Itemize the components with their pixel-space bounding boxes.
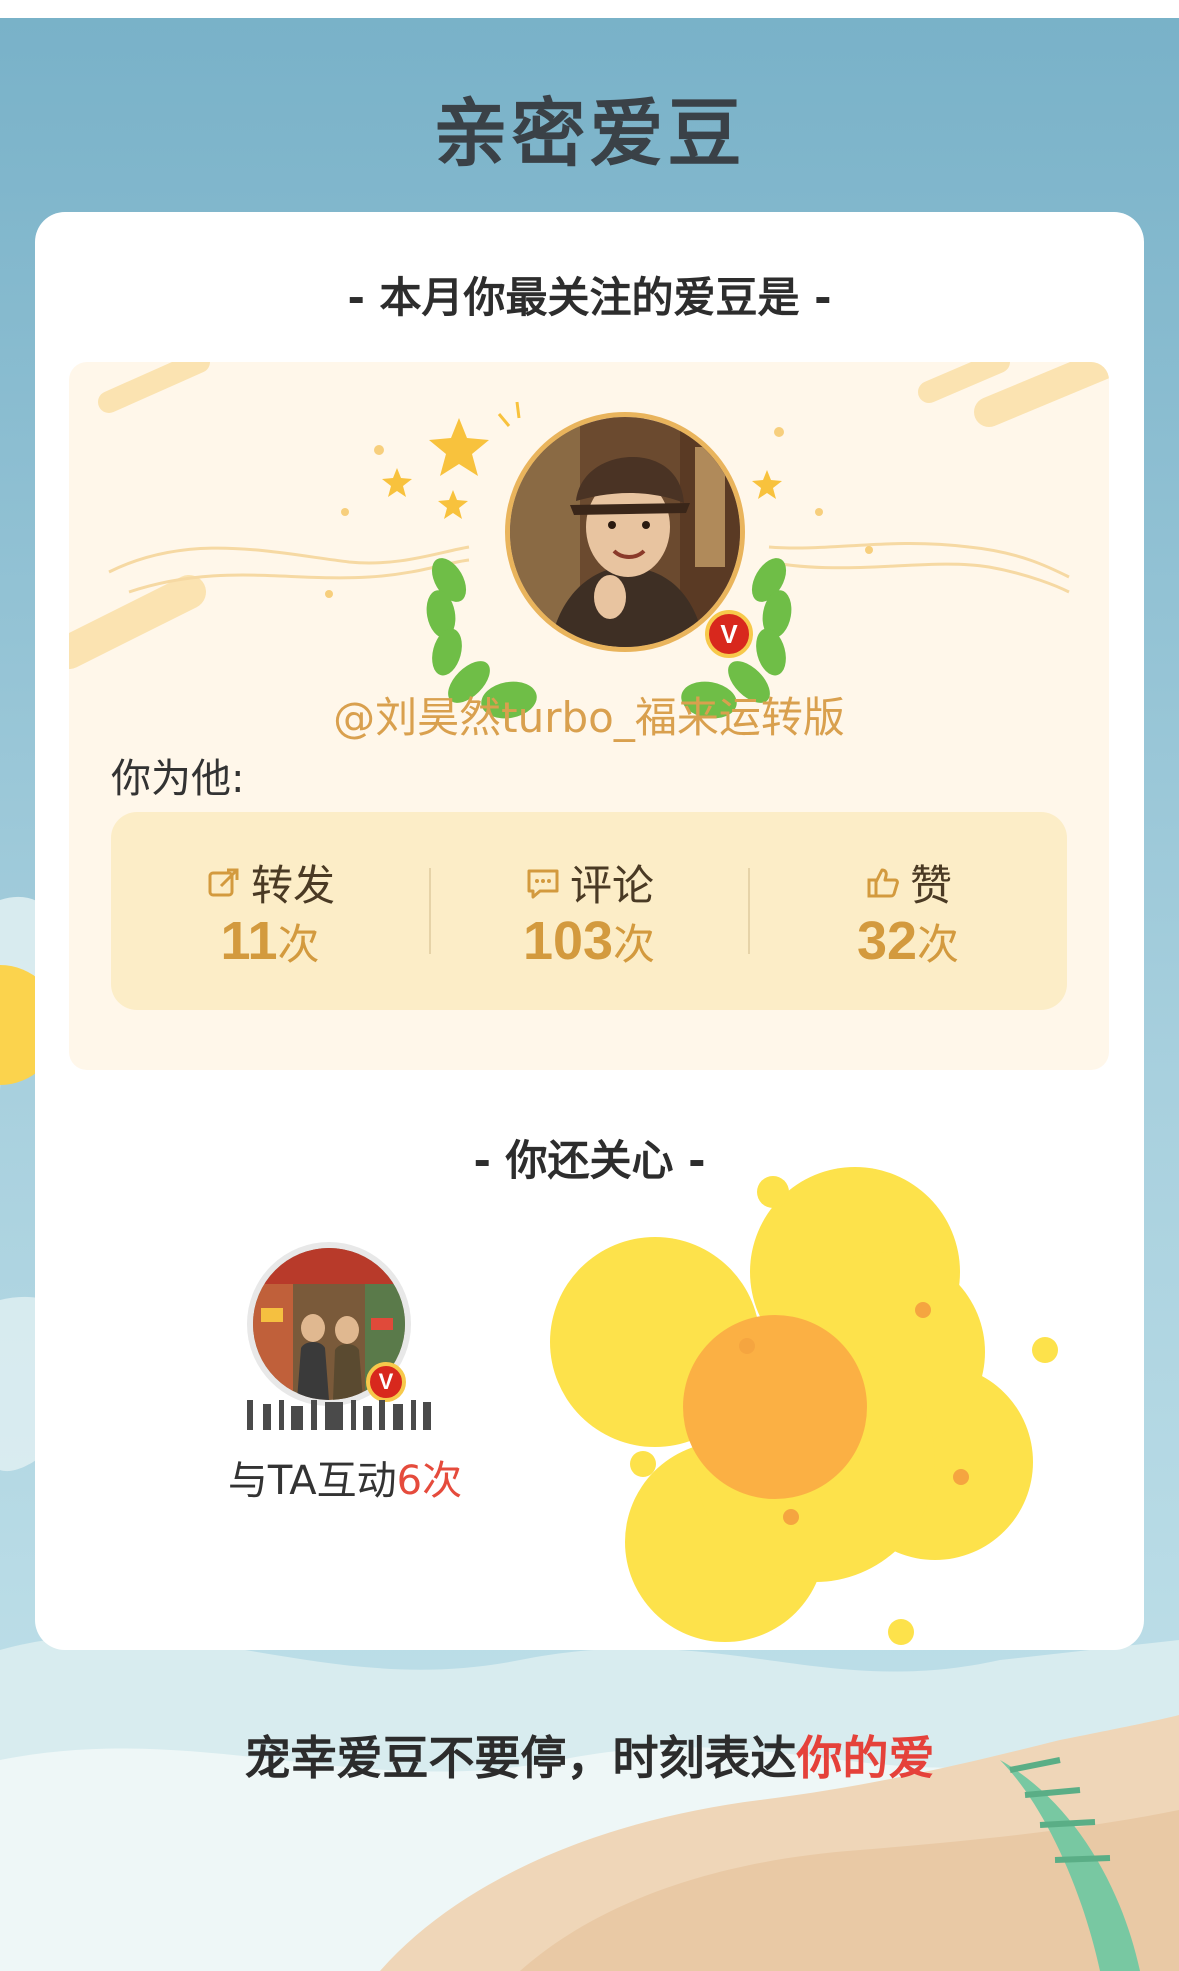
footer-text-accent: 你的爱 [796, 1731, 935, 1785]
footer-text: 宠幸爱豆不要停，时刻表达 [244, 1731, 797, 1785]
content-card: - 本月你最关注的爱豆是 - V @刘昊然turbo_福来运转版 你为他: 转发… [35, 212, 1144, 1650]
page-title: 亲密爱豆 [433, 91, 746, 177]
flower-sticker [550, 1167, 1058, 1645]
footer-slogan: 宠幸爱豆不要停，时刻表达你的爱 [0, 1722, 1179, 1788]
